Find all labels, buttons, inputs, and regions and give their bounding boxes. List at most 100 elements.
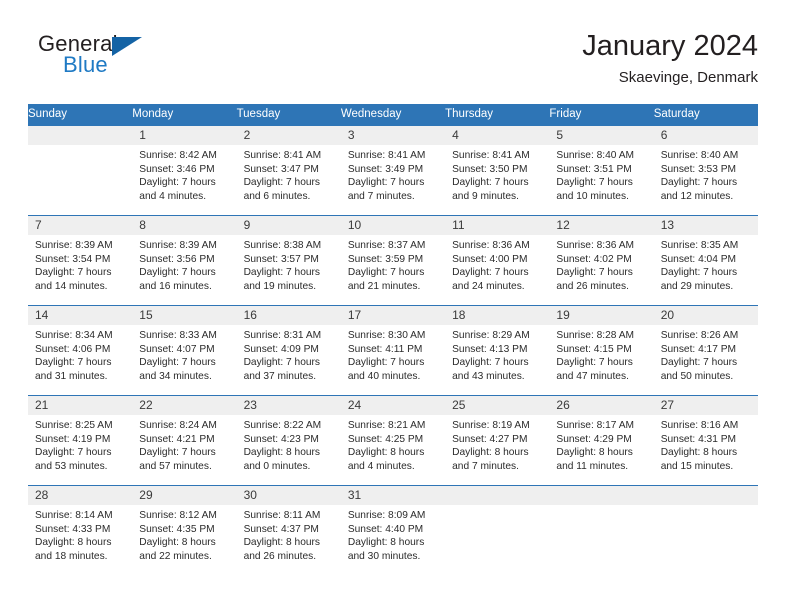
sunrise-text: Sunrise: 8:22 AM xyxy=(243,420,322,431)
calendar-day-cell[interactable]: 14 Sunrise: 8:34 AM Sunset: 4:06 PM Dayligh… xyxy=(28,305,133,396)
daylight-text-line2: and 37 minutes. xyxy=(243,370,317,382)
sunrise-text: Sunrise: 8:31 AM xyxy=(243,330,322,341)
weekday-header-thursday: Thursday xyxy=(445,104,550,126)
calendar-day-cell[interactable]: 6 Sunrise: 8:40 AM Sunset: 3:53 PM Daylight… xyxy=(653,125,758,216)
daylight-text-line2: and 50 minutes. xyxy=(660,370,734,382)
daylight-text-line2: and 31 minutes. xyxy=(35,370,108,382)
calendar-day-cell[interactable]: 21 Sunrise: 8:25 AM Sunset: 4:19 PM Dayligh… xyxy=(28,395,133,486)
calendar-day-cell[interactable]: 28 Sunrise: 8:14 AM Sunset: 4:33 PM Dayligh… xyxy=(28,485,133,576)
daylight-text-line1: Daylight: 7 hours xyxy=(347,267,425,279)
day-details: Sunrise: 8:29 AM Sunset: 4:13 PM Daylight:… xyxy=(445,325,549,383)
day-details: Sunrise: 8:21 AM Sunset: 4:25 PM Daylight:… xyxy=(341,415,445,473)
daylight-text-line1: Daylight: 8 hours xyxy=(347,447,425,459)
calendar-day-cell[interactable]: 1 Sunrise: 8:42 AM Sunset: 3:46 PM Daylight… xyxy=(132,125,237,216)
calendar-day-cell[interactable]: 17 Sunrise: 8:30 AM Sunset: 4:11 PM Dayligh… xyxy=(340,305,446,396)
brand-logo[interactable]: General Blue xyxy=(38,32,218,90)
sunrise-text: Sunrise: 8:38 AM xyxy=(243,240,322,251)
daylight-text-line2: and 29 minutes. xyxy=(660,280,734,292)
sunset-text: Sunset: 3:54 PM xyxy=(35,253,111,265)
day-number: 22 xyxy=(132,396,237,415)
day-number: 20 xyxy=(653,306,758,325)
calendar-day-cell[interactable]: 16 Sunrise: 8:31 AM Sunset: 4:09 PM Dayligh… xyxy=(236,305,341,396)
calendar-day-cell[interactable]: 2 Sunrise: 8:41 AM Sunset: 3:47 PM Daylight… xyxy=(236,125,341,216)
sunset-text: Sunset: 3:50 PM xyxy=(452,163,528,175)
calendar-day-cell[interactable]: 27 Sunrise: 8:16 AM Sunset: 4:31 PM Dayligh… xyxy=(653,395,758,486)
calendar-day-cell[interactable]: 29 Sunrise: 8:12 AM Sunset: 4:35 PM Dayligh… xyxy=(132,485,237,576)
daylight-text-line1: Daylight: 7 hours xyxy=(139,447,216,459)
daylight-text-line2: and 10 minutes. xyxy=(556,190,629,202)
daylight-text-line1: Daylight: 8 hours xyxy=(243,447,321,459)
daylight-text-line2: and 4 minutes. xyxy=(139,190,207,202)
calendar-day-cell[interactable]: 24 Sunrise: 8:21 AM Sunset: 4:25 PM Dayligh… xyxy=(340,395,446,486)
day-details: Sunrise: 8:33 AM Sunset: 4:07 PM Daylight:… xyxy=(132,325,236,383)
daylight-text-line2: and 53 minutes. xyxy=(35,460,108,472)
calendar-day-cell[interactable]: 12 Sunrise: 8:36 AM Sunset: 4:02 PM Dayligh… xyxy=(549,215,654,306)
sunset-text: Sunset: 3:49 PM xyxy=(347,163,424,175)
sunset-text: Sunset: 4:17 PM xyxy=(660,343,737,355)
sunset-text: Sunset: 4:13 PM xyxy=(452,343,528,355)
daylight-text-line1: Daylight: 7 hours xyxy=(556,357,633,369)
sunset-text: Sunset: 4:35 PM xyxy=(139,523,215,535)
calendar-day-cell-empty xyxy=(549,485,654,576)
day-details: Sunrise: 8:25 AM Sunset: 4:19 PM Daylight:… xyxy=(28,415,132,473)
daylight-text-line1: Daylight: 7 hours xyxy=(139,357,216,369)
day-number: 27 xyxy=(653,396,758,415)
calendar-table: Sunday Monday Tuesday Wednesday Thursday Frid… xyxy=(28,104,758,576)
calendar-day-cell[interactable]: 7 Sunrise: 8:39 AM Sunset: 3:54 PM Daylight… xyxy=(28,215,133,306)
calendar-day-cell[interactable]: 15 Sunrise: 8:33 AM Sunset: 4:07 PM Dayligh… xyxy=(132,305,237,396)
calendar-day-cell[interactable]: 11 Sunrise: 8:36 AM Sunset: 4:00 PM Dayligh… xyxy=(445,215,550,306)
daylight-text-line1: Daylight: 8 hours xyxy=(347,537,425,549)
day-details: Sunrise: 8:42 AM Sunset: 3:46 PM Daylight:… xyxy=(132,145,236,203)
day-number: 7 xyxy=(28,216,133,235)
daylight-text-line1: Daylight: 7 hours xyxy=(243,357,321,369)
daylight-text-line2: and 30 minutes. xyxy=(347,550,421,562)
sunset-text: Sunset: 3:53 PM xyxy=(660,163,737,175)
calendar-day-cell[interactable]: 30 Sunrise: 8:11 AM Sunset: 4:37 PM Dayligh… xyxy=(236,485,341,576)
calendar-day-cell[interactable]: 9 Sunrise: 8:38 AM Sunset: 3:57 PM Daylight… xyxy=(236,215,341,306)
day-details: Sunrise: 8:35 AM Sunset: 4:04 PM Daylight:… xyxy=(654,235,758,293)
calendar-day-cell[interactable]: 18 Sunrise: 8:29 AM Sunset: 4:13 PM Dayligh… xyxy=(445,305,550,396)
calendar-body: 1 Sunrise: 8:42 AM Sunset: 3:46 PM Daylight… xyxy=(28,125,758,576)
day-number xyxy=(445,486,550,505)
page-header: General Blue January 2024 Skaevinge, Den… xyxy=(28,28,758,96)
calendar-day-cell[interactable]: 20 Sunrise: 8:26 AM Sunset: 4:17 PM Dayligh… xyxy=(653,305,758,396)
day-details: Sunrise: 8:26 AM Sunset: 4:17 PM Daylight:… xyxy=(654,325,758,383)
calendar-day-cell[interactable]: 22 Sunrise: 8:24 AM Sunset: 4:21 PM Dayligh… xyxy=(132,395,237,486)
daylight-text-line2: and 0 minutes. xyxy=(243,460,311,472)
daylight-text-line2: and 24 minutes. xyxy=(452,280,525,292)
daylight-text-line2: and 15 minutes. xyxy=(660,460,734,472)
calendar-day-cell[interactable]: 19 Sunrise: 8:28 AM Sunset: 4:15 PM Dayligh… xyxy=(549,305,654,396)
day-details: Sunrise: 8:41 AM Sunset: 3:49 PM Daylight:… xyxy=(341,145,445,203)
calendar-week-row: 1 Sunrise: 8:42 AM Sunset: 3:46 PM Daylight… xyxy=(28,125,758,216)
sunrise-text: Sunrise: 8:39 AM xyxy=(35,240,113,251)
calendar-day-cell[interactable]: 13 Sunrise: 8:35 AM Sunset: 4:04 PM Dayligh… xyxy=(653,215,758,306)
daylight-text-line2: and 18 minutes. xyxy=(35,550,108,562)
sunset-text: Sunset: 4:27 PM xyxy=(452,433,528,445)
page-title: January 2024 xyxy=(582,30,758,62)
calendar-day-cell[interactable]: 31 Sunrise: 8:09 AM Sunset: 4:40 PM Dayligh… xyxy=(340,485,446,576)
sunset-text: Sunset: 4:06 PM xyxy=(35,343,111,355)
calendar-day-cell[interactable]: 26 Sunrise: 8:17 AM Sunset: 4:29 PM Dayligh… xyxy=(549,395,654,486)
daylight-text-line1: Daylight: 8 hours xyxy=(556,447,633,459)
calendar-day-cell[interactable]: 25 Sunrise: 8:19 AM Sunset: 4:27 PM Dayligh… xyxy=(445,395,550,486)
day-number: 23 xyxy=(236,396,341,415)
calendar-day-cell[interactable]: 3 Sunrise: 8:41 AM Sunset: 3:49 PM Daylight… xyxy=(340,125,446,216)
sunrise-text: Sunrise: 8:24 AM xyxy=(139,420,217,431)
calendar-day-cell[interactable]: 10 Sunrise: 8:37 AM Sunset: 3:59 PM Dayligh… xyxy=(340,215,446,306)
day-number: 12 xyxy=(549,216,654,235)
calendar-day-cell[interactable]: 8 Sunrise: 8:39 AM Sunset: 3:56 PM Daylight… xyxy=(132,215,237,306)
daylight-text-line1: Daylight: 7 hours xyxy=(660,177,738,189)
sunset-text: Sunset: 4:07 PM xyxy=(139,343,215,355)
calendar-week-row: 28 Sunrise: 8:14 AM Sunset: 4:33 PM Dayligh… xyxy=(28,485,758,576)
sunset-text: Sunset: 4:11 PM xyxy=(347,343,423,355)
day-number: 19 xyxy=(549,306,654,325)
day-number: 6 xyxy=(653,126,758,145)
sunset-text: Sunset: 4:15 PM xyxy=(556,343,632,355)
daylight-text-line2: and 19 minutes. xyxy=(243,280,317,292)
calendar-day-cell[interactable]: 23 Sunrise: 8:22 AM Sunset: 4:23 PM Dayligh… xyxy=(236,395,341,486)
calendar-day-cell[interactable]: 5 Sunrise: 8:40 AM Sunset: 3:51 PM Daylight… xyxy=(549,125,654,216)
calendar-day-cell[interactable]: 4 Sunrise: 8:41 AM Sunset: 3:50 PM Daylight… xyxy=(445,125,550,216)
daylight-text-line2: and 12 minutes. xyxy=(660,190,734,202)
sunset-text: Sunset: 3:51 PM xyxy=(556,163,632,175)
weekday-header-saturday: Saturday xyxy=(653,104,758,126)
